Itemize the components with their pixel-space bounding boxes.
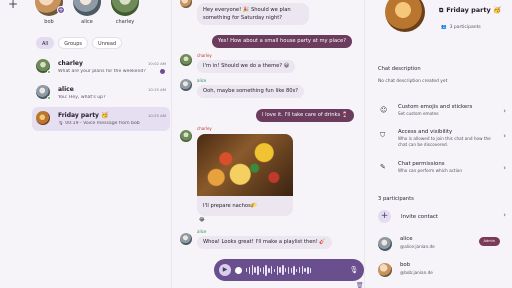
participant-name: alice [400,236,413,242]
option-custom-emojis[interactable]: ☺ Custom emojis and stickers Set custom … [378,104,506,128]
delete-icon[interactable]: 🗑 [356,282,364,288]
chat-item-friday-party[interactable]: Friday party 🥳 🎙 00:19 - Voice message f… [32,107,170,131]
image-message[interactable]: I'll prepare nachos🌮 [197,134,293,216]
group-avatar [36,111,50,125]
chevron-right-icon: › [503,164,506,172]
sender-name: alice [197,229,207,234]
option-title: Chat permissions [398,161,445,167]
chat-preview: What are your plans for the weekend? [58,69,146,74]
sender-name: charley [197,126,212,131]
story-name: alice [81,19,93,25]
message-bubble: Whoa! Looks great! I'll make a playlist … [197,236,332,249]
chat-item-alice[interactable]: alice You: Hey, what's up? 10:15 AM [32,81,170,105]
avatar [180,54,192,66]
participant-id: @alice:janian.de [400,244,435,249]
option-title: Access and visibility [398,129,453,135]
avatar: + [35,0,65,16]
filter-unread[interactable]: Unread [92,37,123,49]
smiley-icon: ☺ [380,106,388,114]
stories-row: + bob alice charley [34,0,140,25]
message-bubble: Ooh, maybe something fun like 80s? [197,85,305,98]
chat-item-charley[interactable]: charley What are your plans for the week… [32,55,170,79]
online-indicator [47,96,51,100]
message-bubble: I'm in! Should we do a theme? 😄 [197,60,296,73]
participant-alice[interactable]: alice @alice:janian.de Admin [378,234,506,256]
option-desc: Set custom emotes [398,111,439,116]
image-caption: I'll prepare nachos🌮 [203,203,258,209]
sender-name: alice [197,78,207,83]
add-story-icon[interactable]: + [57,6,65,14]
participants-count: 👥 3 participants [441,25,481,30]
sender-name: charley [197,53,212,58]
play-icon[interactable]: ▶ [219,264,231,276]
chevron-right-icon: › [503,107,506,115]
filter-all[interactable]: All [36,37,55,49]
chat-time: 10:02 AM [147,61,166,66]
story-name: bob [44,19,54,25]
shield-icon: ⛉ [380,131,386,139]
avatar [378,237,392,251]
admin-badge: Admin [478,237,500,246]
option-desc: Who can perform which action [398,168,463,173]
invite-contact-button[interactable]: + Invite contact › [378,210,506,224]
story-bob[interactable]: + bob [34,0,65,25]
filter-groups[interactable]: Groups [58,37,89,49]
story-alice[interactable]: alice [72,0,102,25]
chat-list-panel: + + bob alice charley All Groups Unread [0,0,172,288]
message-bubble: Hey everyone! 🎉 Should we plan something… [197,3,309,25]
record-dot-icon [235,266,242,274]
participant-id: @bob:janian.de [400,270,433,275]
avatar [111,0,139,16]
online-indicator [47,70,51,74]
message-bubble-outgoing: Yes! How about a small house party at my… [212,35,352,48]
chat-filters: All Groups Unread [36,37,123,49]
description-text: No chat description created yet [378,79,448,84]
chevron-right-icon: › [503,211,506,219]
participant-name: bob [400,262,411,268]
chat-name: alice [58,86,74,93]
chat-name: charley [58,60,83,67]
option-access-visibility[interactable]: ⛉ Access and visibility Who is allowed t… [378,129,506,153]
option-chat-permissions[interactable]: ✎ Chat permissions Who can perform which… [378,161,506,185]
participant-bob[interactable]: bob @bob:janian.de [378,260,506,282]
group-title-text: Friday party 🥳 [446,6,502,14]
group-avatar [385,0,425,32]
message-bubble-outgoing: I love it. I'll take care of drinks 🍷 [256,109,355,122]
plus-icon: + [378,210,391,223]
avatar [180,233,192,245]
chat-details-panel: ⧉ Friday party 🥳 👥 3 participants Chat des… [364,0,512,288]
chat-list: charley What are your plans for the week… [32,55,170,133]
option-title: Custom emojis and stickers [398,104,473,110]
unread-dot-icon [160,69,165,74]
copy-icon[interactable]: ⧉ [439,7,443,14]
avatar [180,79,192,91]
invite-label: Invite contact [401,214,439,220]
description-heading: Chat description [378,66,421,72]
microphone-icon[interactable]: 🎙 [349,266,359,274]
edit-icon: ✎ [380,163,386,171]
chevron-right-icon: › [503,132,506,140]
option-desc: Who is allowed to join this chat and how… [398,136,491,147]
avatar [73,0,101,16]
avatar [378,263,392,277]
chat-name: Friday party 🥳 [58,112,109,119]
story-charley[interactable]: charley [110,0,140,25]
participants-heading: 3 participants [378,196,414,202]
story-name: charley [115,19,135,25]
participants-count-text: 3 participants [449,25,481,30]
reaction-emoji[interactable]: 😂 [199,217,205,223]
new-chat-plus-icon[interactable]: + [6,0,20,12]
waveform [246,264,345,276]
nachos-photo[interactable] [197,134,293,196]
avatar [180,130,192,142]
chat-time: 10:25 AM [147,113,166,118]
chat-time: 10:15 AM [147,87,166,92]
group-title: ⧉ Friday party 🥳 [439,6,501,15]
participants-icon: 👥 [441,25,447,30]
chat-preview: 🎙 00:19 - Voice message from bob [58,121,140,126]
voice-recorder-bar: ▶ 🎙 [214,259,364,281]
chat-preview: You: Hey, what's up? [58,95,106,100]
